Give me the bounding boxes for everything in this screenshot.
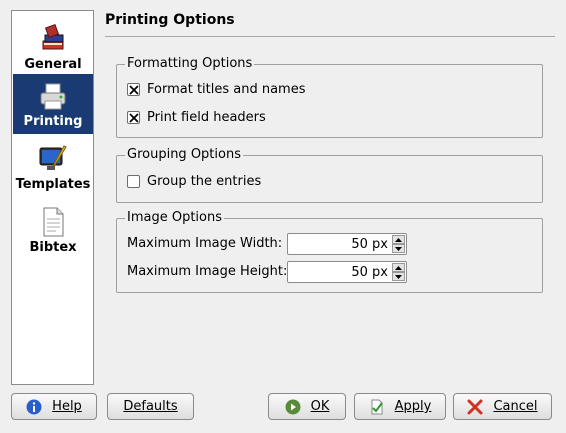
max-height-label: Maximum Image Height: (127, 264, 288, 279)
sidebar-item-templates[interactable]: Templates (13, 137, 93, 197)
cancel-x-icon (467, 399, 483, 414)
max-width-value[interactable]: 50 px (351, 237, 388, 252)
ok-button[interactable]: OK (268, 393, 346, 420)
spin-down-icon[interactable] (392, 272, 405, 281)
defaults-label: Defaults (123, 399, 178, 414)
sidebar-item-label: General (24, 57, 82, 72)
grouping-options-group: Grouping Options Group the entries (116, 147, 543, 203)
check-x-icon (129, 84, 139, 95)
field-headers-label: Print field headers (147, 109, 266, 125)
spin-arrows (392, 263, 405, 281)
group-title: Image Options (125, 210, 225, 226)
defaults-button[interactable]: Defaults (107, 393, 194, 420)
sidebar-item-label: Printing (23, 114, 83, 129)
ok-icon (285, 399, 301, 414)
info-icon (26, 399, 42, 414)
sidebar-item-general[interactable]: General (13, 17, 93, 77)
max-width-label: Maximum Image Width: (127, 236, 283, 251)
printer-icon (40, 83, 66, 110)
help-label: Help (52, 399, 82, 414)
field-headers-checkbox[interactable] (127, 110, 140, 124)
document-icon (43, 207, 64, 237)
title-divider (105, 36, 555, 37)
format-titles-checkbox-row[interactable]: Format titles and names (127, 80, 306, 98)
format-titles-label: Format titles and names (147, 81, 306, 97)
monitor-pen-icon (39, 145, 67, 170)
sidebar: General Printing Templates Bibtex (11, 10, 94, 385)
group-entries-label: Group the entries (147, 173, 262, 189)
group-entries-checkbox-row[interactable]: Group the entries (127, 172, 261, 190)
books-icon (42, 23, 64, 50)
ok-label: OK (310, 399, 330, 414)
help-button[interactable]: Help (11, 393, 97, 420)
spin-down-icon[interactable] (392, 244, 405, 253)
max-height-spinbox[interactable]: 50 px (287, 261, 407, 283)
cancel-button[interactable]: Cancel (453, 393, 552, 420)
sidebar-item-label: Bibtex (29, 240, 77, 255)
spin-up-icon[interactable] (392, 235, 405, 244)
cancel-label: Cancel (493, 399, 538, 414)
max-width-spinbox[interactable]: 50 px (287, 233, 407, 255)
group-title: Formatting Options (125, 56, 255, 72)
sidebar-item-label: Templates (15, 177, 91, 192)
image-options-group: Image Options Maximum Image Width: 50 px… (116, 210, 543, 293)
group-title: Grouping Options (125, 147, 243, 163)
formatting-options-group: Formatting Options Format titles and nam… (116, 56, 543, 138)
sidebar-item-bibtex[interactable]: Bibtex (13, 200, 93, 260)
apply-label: Apply (394, 399, 432, 414)
spin-up-icon[interactable] (392, 263, 405, 272)
spin-arrows (392, 235, 405, 253)
field-headers-checkbox-row[interactable]: Print field headers (127, 108, 266, 126)
page-title: Printing Options (105, 12, 235, 28)
format-titles-checkbox[interactable] (127, 82, 140, 96)
apply-button[interactable]: Apply (354, 393, 446, 420)
max-height-value[interactable]: 50 px (351, 265, 388, 280)
apply-icon (371, 399, 383, 414)
check-x-icon (129, 112, 139, 123)
sidebar-item-printing[interactable]: Printing (13, 74, 93, 134)
group-entries-checkbox[interactable] (127, 174, 140, 188)
